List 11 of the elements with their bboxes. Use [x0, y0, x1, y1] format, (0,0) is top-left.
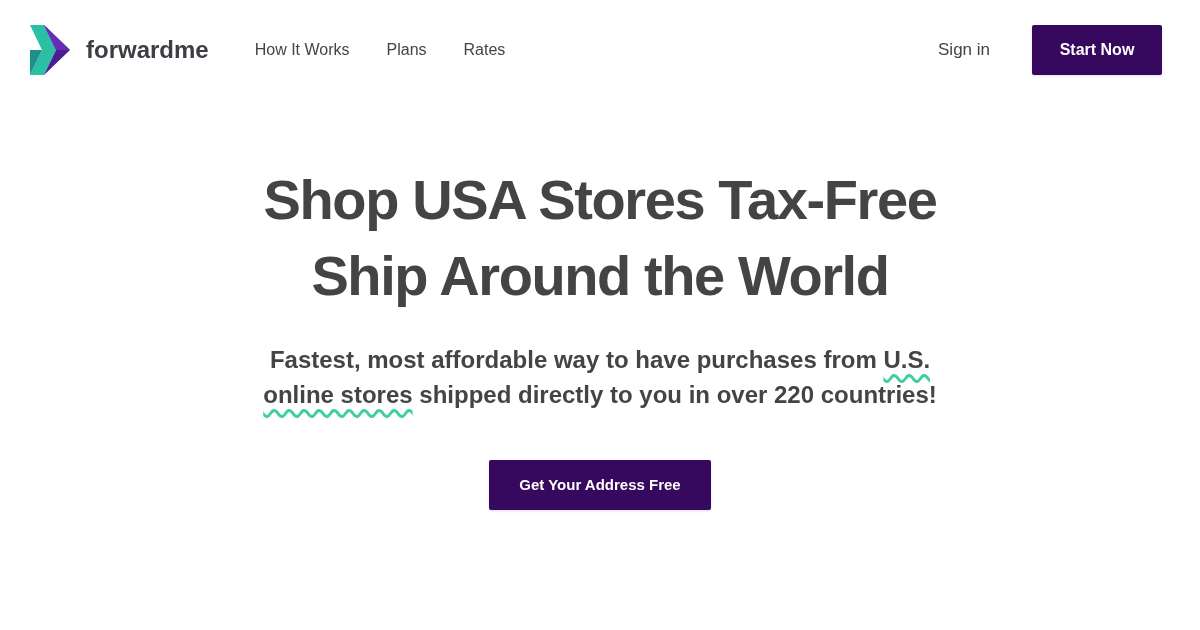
nav-link[interactable]: Plans: [386, 38, 427, 62]
hero-title-line: Shop USA Stores Tax-Free: [263, 167, 937, 233]
forwardme-logo[interactable]: forwardme: [30, 25, 209, 75]
nav-link[interactable]: Rates: [463, 38, 506, 62]
hero-subtitle: Fastest, most affordable way to have purchases from U.S. online stores shipped directly to you in over 220 countries!: [262, 345, 938, 410]
chevron-logo-icon: [30, 25, 70, 75]
nav-link[interactable]: How It Works: [254, 38, 350, 62]
sign-in-link[interactable]: Sign in: [938, 37, 990, 63]
get-address-button[interactable]: Get Your Address Free: [489, 460, 711, 510]
start-now-button[interactable]: Start Now: [1032, 25, 1162, 75]
hero-title-line: Ship Around the World: [311, 243, 889, 309]
